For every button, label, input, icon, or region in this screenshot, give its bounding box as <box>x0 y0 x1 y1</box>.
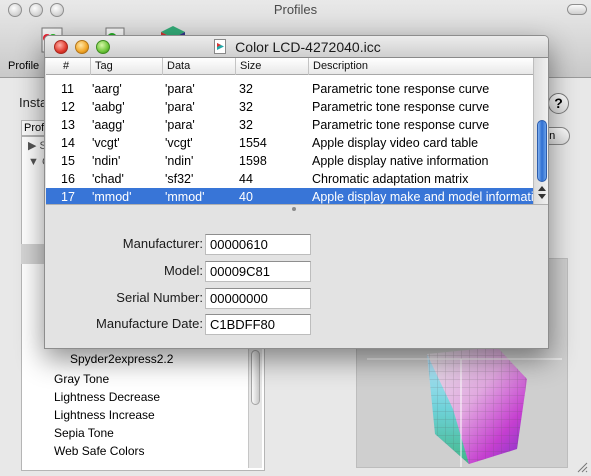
cell-data: 'vcgt' <box>165 136 193 150</box>
cell-description: Chromatic adaptation matrix <box>312 172 469 186</box>
cell-description: Parametric tone response curve <box>312 118 490 132</box>
cell-number: 16 <box>61 172 75 186</box>
profiles-title: Profiles <box>273 2 318 17</box>
cell-number: 12 <box>61 100 75 114</box>
cell-size: 32 <box>239 82 253 96</box>
cell-description: Parametric tone response curve <box>312 82 490 96</box>
column-header-data[interactable]: Data <box>162 58 235 75</box>
window-title-wrap: Color LCD-4272040.icc <box>45 39 548 55</box>
window-title: Color LCD-4272040.icc <box>235 39 381 55</box>
column-header-size[interactable]: Size <box>235 58 308 75</box>
cell-tag: 'aagg' <box>92 118 125 132</box>
list-item[interactable]: Spyder2express2.2 <box>70 352 173 366</box>
tag-table[interactable]: # Tag Data Size Description 11 'aarg' 'p… <box>46 58 548 206</box>
cell-data: 'para' <box>165 100 195 114</box>
tag-table-header: # Tag Data Size Description <box>46 58 533 75</box>
cell-number: 14 <box>61 136 75 150</box>
cell-description: Apple display native information <box>312 154 489 168</box>
profile-toolbar-label: Profile <box>8 60 40 72</box>
cell-tag: 'vcgt' <box>92 136 120 150</box>
cell-description: Parametric tone response curve <box>312 100 490 114</box>
divider-grip-icon[interactable] <box>292 207 296 211</box>
cell-data: 'sf32' <box>165 172 194 186</box>
cell-tag: 'chad' <box>92 172 124 186</box>
table-row[interactable]: 13 'aagg' 'para' 32 Parametric tone resp… <box>46 116 533 134</box>
column-header-tag[interactable]: Tag <box>90 58 162 75</box>
help-button[interactable]: ? <box>548 93 569 114</box>
cell-number: 15 <box>61 154 75 168</box>
serial-number-field[interactable]: 00000000 <box>205 288 311 309</box>
scroll-up-arrow-icon[interactable] <box>538 186 546 191</box>
table-row[interactable]: 16 'chad' 'sf32' 44 Chromatic adaptation… <box>46 170 533 188</box>
list-item[interactable]: Gray Tone <box>54 372 109 386</box>
inspector-titlebar[interactable]: Color LCD-4272040.icc <box>45 36 548 58</box>
cell-size: 1598 <box>239 154 267 168</box>
cell-tag: 'ndin' <box>92 154 121 168</box>
table-row[interactable]: 14 'vcgt' 'vcgt' 1554 Apple display vide… <box>46 134 533 152</box>
column-header-number[interactable]: # <box>46 58 90 75</box>
table-row[interactable]: 12 'aabg' 'para' 32 Parametric tone resp… <box>46 98 533 116</box>
disclosure-down-icon[interactable]: ▼ <box>28 156 39 168</box>
list-item[interactable]: Web Safe Colors <box>54 444 145 458</box>
cell-size: 32 <box>239 100 253 114</box>
split-view-divider[interactable] <box>46 204 548 214</box>
disclosure-right-icon[interactable]: ▶ <box>28 140 36 152</box>
cell-size: 1554 <box>239 136 267 150</box>
scroll-down-arrow-icon[interactable] <box>538 194 546 199</box>
profile-list-scroll-thumb[interactable] <box>251 350 260 405</box>
resize-grip-icon[interactable] <box>576 461 588 473</box>
icc-document-icon <box>214 39 227 54</box>
tag-table-scrollbar[interactable] <box>533 58 548 204</box>
manufacture-date-field[interactable]: C1BDFF80 <box>205 314 311 335</box>
table-row[interactable]: 15 'ndin' 'ndin' 1598 Apple display nati… <box>46 152 533 170</box>
profile-inspector-window: Color LCD-4272040.icc # Tag Data Size De… <box>44 35 549 349</box>
profile-list-scrollbar[interactable] <box>248 348 262 468</box>
cell-tag: 'aarg' <box>92 82 122 96</box>
model-label: Model: <box>163 263 203 278</box>
list-item[interactable]: Sepia Tone <box>54 426 114 440</box>
cell-tag: 'aabg' <box>92 100 125 114</box>
cell-description: Apple display video card table <box>312 136 479 150</box>
cell-data: 'ndin' <box>165 154 194 168</box>
column-header-description[interactable]: Description <box>308 58 533 75</box>
cell-number: 13 <box>61 118 75 132</box>
manufacturer-label: Manufacturer: <box>122 236 203 251</box>
manufacturer-field[interactable]: 00000610 <box>205 234 311 255</box>
cell-data: 'para' <box>165 82 195 96</box>
cell-number: 11 <box>61 82 74 96</box>
cell-size: 32 <box>239 118 253 132</box>
serial-number-label: Serial Number: <box>116 290 203 305</box>
list-item[interactable]: Lightness Increase <box>54 408 155 422</box>
cell-size: 44 <box>239 172 253 186</box>
model-field[interactable]: 00009C81 <box>205 261 311 282</box>
tag-table-scroll-thumb[interactable] <box>537 120 547 182</box>
installed-profiles-label: Insta <box>19 95 48 110</box>
cell-data: 'para' <box>165 118 195 132</box>
table-row[interactable]: 11 'aarg' 'para' 32 Parametric tone resp… <box>46 80 533 98</box>
list-item[interactable]: Lightness Decrease <box>54 390 160 404</box>
manufacture-date-label: Manufacture Date: <box>96 316 203 331</box>
toolbar-toggle-button[interactable] <box>567 4 587 15</box>
